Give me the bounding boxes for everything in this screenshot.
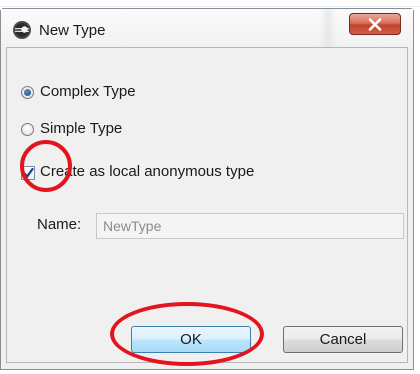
top-strip: [0, 0, 420, 4]
screenshot-stage: New Type Complex Type Simple Type Create…: [0, 0, 420, 374]
new-type-dialog: New Type Complex Type Simple Type Create…: [0, 8, 414, 370]
cancel-button[interactable]: Cancel: [283, 326, 403, 353]
ok-button[interactable]: OK: [131, 326, 251, 353]
complex-type-label[interactable]: Complex Type: [40, 83, 136, 100]
checkmark-icon: [23, 167, 34, 178]
top-divider: [0, 6, 420, 7]
dialog-content: Complex Type Simple Type Create as local…: [6, 47, 408, 363]
radio-selected-dot: [24, 89, 31, 96]
close-button[interactable]: [349, 13, 401, 35]
eclipse-app-icon: [12, 20, 32, 40]
name-label: Name:: [37, 216, 82, 233]
complex-type-radio[interactable]: [21, 86, 34, 99]
local-anonymous-label[interactable]: Create as local anonymous type: [40, 163, 254, 180]
close-icon: [368, 18, 382, 31]
simple-type-label[interactable]: Simple Type: [40, 120, 122, 137]
titlebar[interactable]: New Type: [1, 9, 413, 49]
name-input[interactable]: [96, 213, 404, 239]
titlebar-shade: [319, 9, 337, 49]
simple-type-radio[interactable]: [21, 123, 34, 136]
dialog-title: New Type: [39, 22, 106, 39]
local-anonymous-checkbox[interactable]: [21, 166, 35, 180]
